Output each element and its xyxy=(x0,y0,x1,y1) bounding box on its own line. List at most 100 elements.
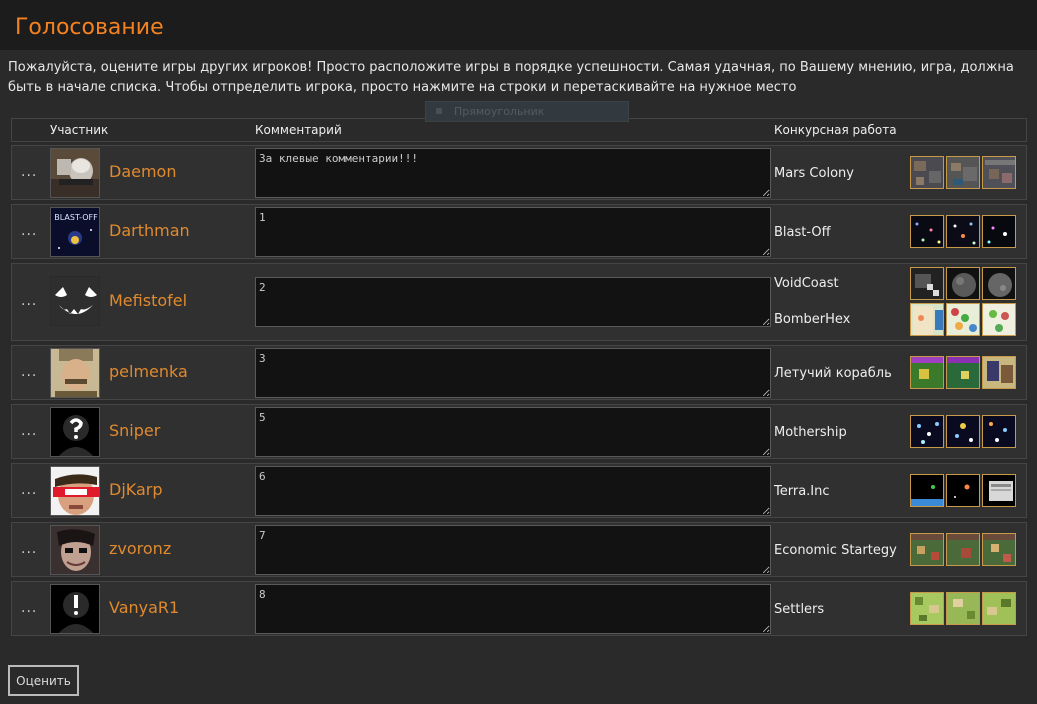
game-title[interactable]: Mars Colony xyxy=(774,166,854,181)
participant-name[interactable]: zvoronz xyxy=(109,539,171,558)
drag-handle-icon[interactable]: ... xyxy=(21,364,37,380)
screenshot-thumbnails xyxy=(910,592,1018,625)
game-title[interactable]: Летучий корабль xyxy=(774,366,892,381)
screenshot-thumbnails xyxy=(910,415,1018,448)
comment-input[interactable]: 1 xyxy=(255,207,771,257)
participant-name[interactable]: pelmenka xyxy=(109,362,188,381)
table-row[interactable]: ... VanyaR1 8 Settlers xyxy=(11,581,1027,636)
table-row[interactable]: ... DjKarp 6 Terra.Inc xyxy=(11,463,1027,518)
screenshot-thumbnails xyxy=(910,215,1018,248)
placeholder-label: Прямоугольник xyxy=(454,105,545,118)
screenshot-thumbnails xyxy=(910,156,1018,189)
participant-name[interactable]: VanyaR1 xyxy=(109,598,179,617)
avatar xyxy=(50,466,100,516)
screenshot-thumbnail[interactable] xyxy=(910,415,944,448)
screenshot-thumbnail[interactable] xyxy=(910,592,944,625)
drag-handle-icon[interactable]: ... xyxy=(21,164,37,180)
drag-handle-icon[interactable]: ... xyxy=(21,423,37,439)
comment-input[interactable]: 8 xyxy=(255,584,771,634)
avatar xyxy=(50,584,100,634)
screenshot-thumbnail[interactable] xyxy=(910,267,944,300)
participant-name[interactable]: Mefistofel xyxy=(109,291,187,310)
avatar: BLAST-OFF xyxy=(50,207,100,257)
screenshot-thumbnail[interactable] xyxy=(910,533,944,566)
screenshot-thumbnail[interactable] xyxy=(982,592,1016,625)
avatar xyxy=(50,525,100,575)
table-row[interactable]: ... Mefistofel 2 VoidCoast BomberHex xyxy=(11,263,1027,341)
screenshot-thumbnail[interactable] xyxy=(946,474,980,507)
comment-input[interactable]: 3 xyxy=(255,348,771,398)
avatar-image xyxy=(51,277,99,325)
table-row[interactable]: ... Sniper 5 Mothership xyxy=(11,404,1027,459)
screenshot-thumbnails xyxy=(910,303,1018,336)
game-title[interactable]: Blast-Off xyxy=(774,225,831,240)
comment-input[interactable]: За клевые комментарии!!! xyxy=(255,148,771,198)
screenshot-thumbnail[interactable] xyxy=(910,356,944,389)
screenshot-thumbnail[interactable] xyxy=(982,156,1016,189)
avatar xyxy=(50,348,100,398)
screenshot-thumbnail[interactable] xyxy=(946,415,980,448)
screenshot-thumbnail[interactable] xyxy=(910,156,944,189)
screenshot-thumbnail[interactable] xyxy=(946,267,980,300)
screenshot-thumbnail[interactable] xyxy=(982,474,1016,507)
comment-input[interactable]: 5 xyxy=(255,407,771,457)
game-title[interactable]: Settlers xyxy=(774,602,824,617)
screenshot-thumbnail[interactable] xyxy=(910,474,944,507)
screenshot-thumbnail[interactable] xyxy=(982,356,1016,389)
avatar xyxy=(50,407,100,457)
avatar-image: BLAST-OFF xyxy=(51,208,99,256)
game-title[interactable]: BomberHex xyxy=(774,312,850,327)
avatar-placeholder-icon xyxy=(51,585,99,633)
avatar-image xyxy=(51,467,99,515)
screenshot-thumbnail[interactable] xyxy=(982,533,1016,566)
screenshot-thumbnail[interactable] xyxy=(982,215,1016,248)
screenshot-thumbnail[interactable] xyxy=(946,592,980,625)
game-title[interactable]: VoidCoast xyxy=(774,276,839,291)
screenshot-thumbnail[interactable] xyxy=(982,415,1016,448)
drag-placeholder: Прямоугольник xyxy=(425,101,629,122)
game-title[interactable]: Mothership xyxy=(774,425,847,440)
drag-handle-icon[interactable]: ... xyxy=(21,223,37,239)
screenshot-thumbnail[interactable] xyxy=(946,303,980,336)
screenshot-thumbnail[interactable] xyxy=(946,215,980,248)
screenshot-thumbnail[interactable] xyxy=(946,356,980,389)
drag-handle-icon[interactable]: ... xyxy=(21,293,37,309)
participant-name[interactable]: Sniper xyxy=(109,421,160,440)
page-title: Голосование xyxy=(15,15,164,40)
table-row[interactable]: ... Daemon За клевые комментарии!!! Mars… xyxy=(11,145,1027,200)
table-row[interactable]: ... zvoronz 7 Economic Startegy xyxy=(11,522,1027,577)
comment-input[interactable]: 6 xyxy=(255,466,771,516)
table-row[interactable]: ... pelmenka 3 Летучий корабль xyxy=(11,345,1027,400)
drag-handle-icon[interactable]: ... xyxy=(21,482,37,498)
avatar-image xyxy=(51,349,99,397)
header-participant: Участник xyxy=(50,123,109,137)
screenshot-thumbnails xyxy=(910,267,1018,300)
screenshot-thumbnail[interactable] xyxy=(946,156,980,189)
placeholder-icon xyxy=(436,108,442,114)
screenshot-thumbnail[interactable] xyxy=(910,215,944,248)
participant-name[interactable]: Darthman xyxy=(109,221,190,240)
screenshot-thumbnails xyxy=(910,356,1018,389)
game-title[interactable]: Terra.Inc xyxy=(774,484,830,499)
participant-name[interactable]: DjKarp xyxy=(109,480,163,499)
screenshot-thumbnail[interactable] xyxy=(910,303,944,336)
instructions-text: Пожалуйста, оцените игры других игроков!… xyxy=(8,60,1014,95)
screenshot-thumbnail[interactable] xyxy=(982,303,1016,336)
participant-name[interactable]: Daemon xyxy=(109,162,176,181)
game-title[interactable]: Economic Startegy xyxy=(774,543,897,558)
screenshot-thumbnails xyxy=(910,533,1018,566)
avatar-placeholder-icon xyxy=(51,408,99,456)
table-row[interactable]: ... BLAST-OFF Darthman 1 Blast-Off xyxy=(11,204,1027,259)
header-comment: Комментарий xyxy=(255,123,342,137)
submit-vote-button[interactable]: Оценить xyxy=(8,665,79,696)
screenshot-thumbnail[interactable] xyxy=(982,267,1016,300)
comment-input[interactable]: 2 xyxy=(255,277,771,327)
avatar-image xyxy=(51,149,99,197)
comment-input[interactable]: 7 xyxy=(255,525,771,575)
screenshot-thumbnail[interactable] xyxy=(946,533,980,566)
avatar-image xyxy=(51,526,99,574)
screenshot-thumbnails xyxy=(910,474,1018,507)
drag-handle-icon[interactable]: ... xyxy=(21,600,37,616)
drag-handle-icon[interactable]: ... xyxy=(21,541,37,557)
header-entry: Конкурсная работа xyxy=(774,123,897,137)
